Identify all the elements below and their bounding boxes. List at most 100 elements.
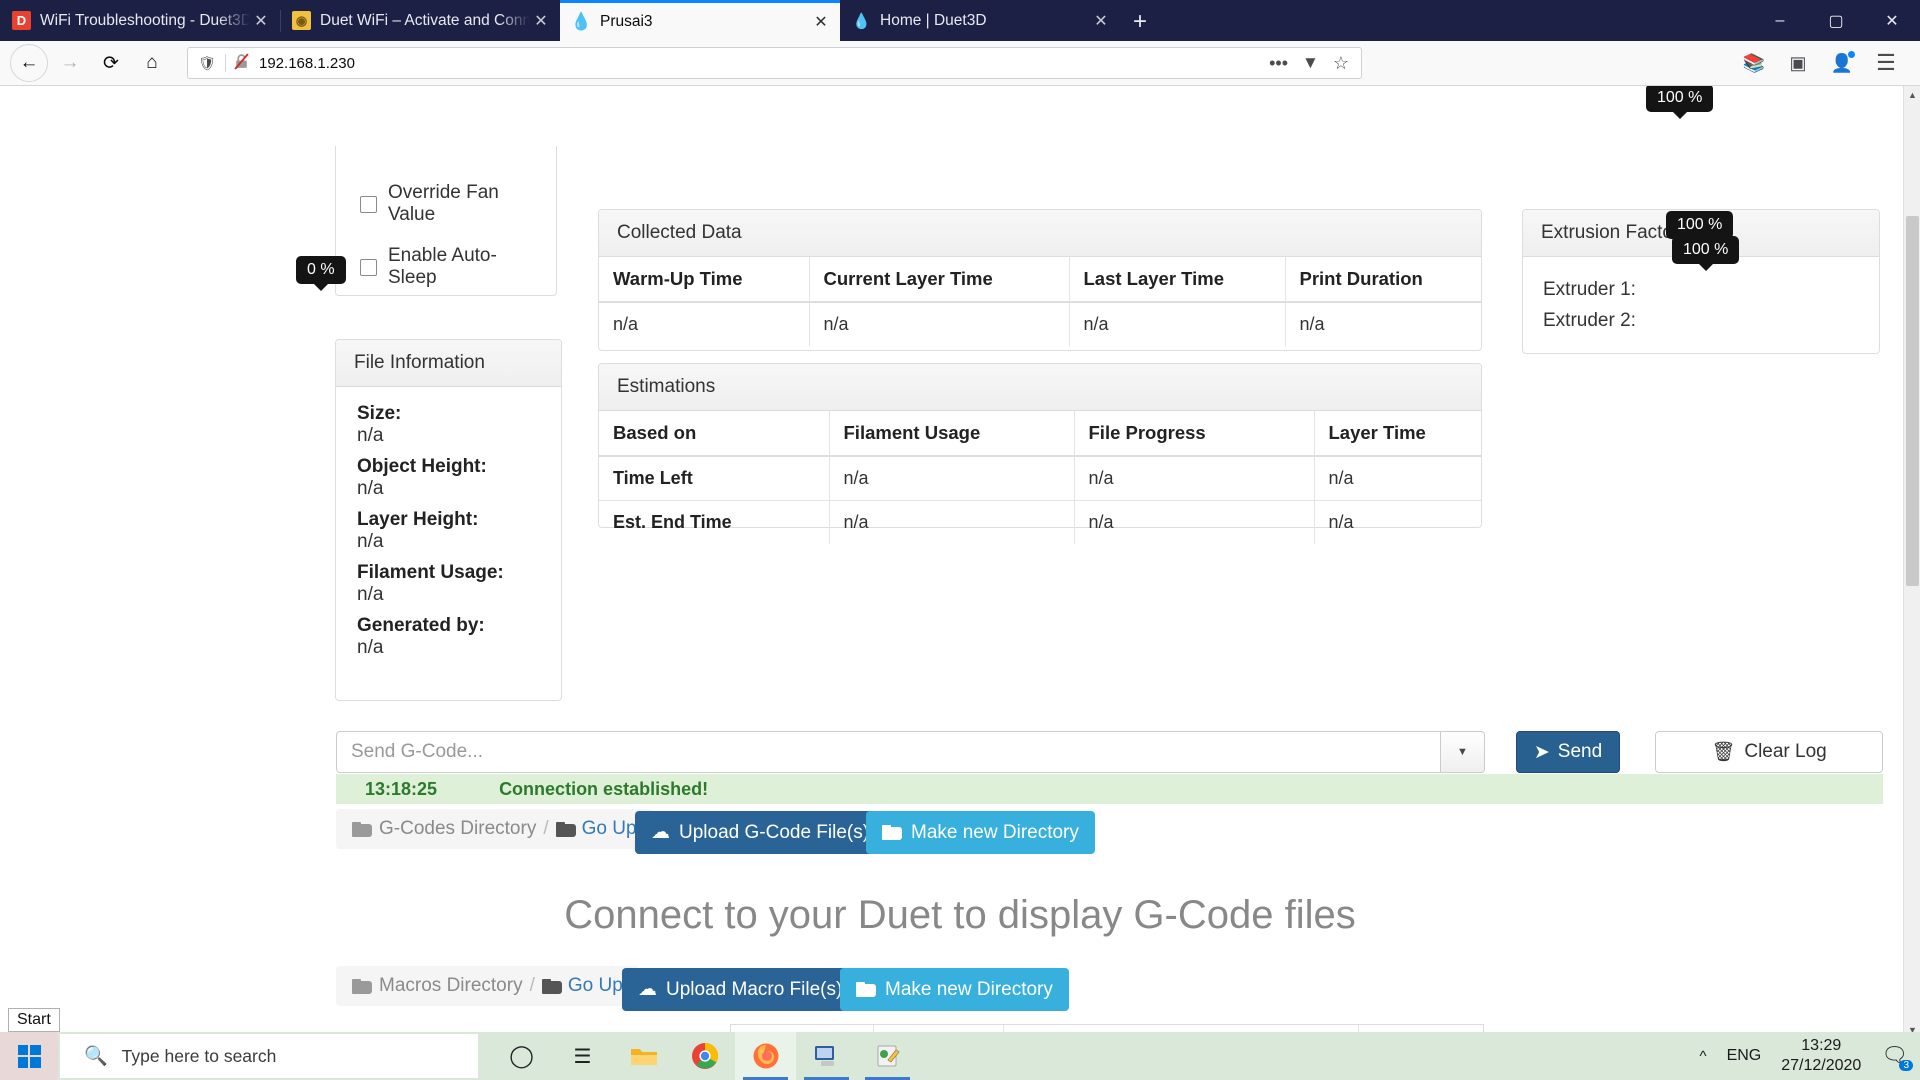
wordpress-icon: ◉	[292, 11, 311, 30]
notification-center-icon[interactable]: 🗨 3	[1881, 1044, 1913, 1071]
browser-toolbar-right: 📚 ▣ 👤 ☰	[1736, 45, 1910, 81]
paint-svg	[877, 1045, 900, 1067]
window-minimize-button[interactable]: –	[1752, 0, 1808, 41]
forward-icon[interactable]: →	[51, 44, 89, 82]
close-tab-icon[interactable]: ✕	[810, 11, 832, 33]
close-tab-icon[interactable]: ✕	[1090, 10, 1112, 32]
reload-icon[interactable]: ⟳	[92, 44, 130, 82]
taskbar-search-input[interactable]: 🔍 Type here to search	[60, 1034, 478, 1078]
sidebar-icon[interactable]: ▣	[1780, 45, 1816, 81]
folder-icon	[352, 821, 372, 837]
home-icon[interactable]: ⌂	[133, 44, 171, 82]
start-button[interactable]	[0, 1032, 58, 1080]
url-text: 192.168.1.230	[259, 54, 355, 72]
extruder-2-percent-tooltip: 100 %	[1672, 236, 1740, 271]
broken-lock-icon[interactable]	[233, 52, 250, 74]
make-new-directory-macros-button[interactable]: Make new Directory	[840, 968, 1069, 1011]
file-size-value: n/a	[357, 425, 384, 446]
cell-time-left-label: Time Left	[599, 455, 830, 501]
browser-tab-2[interactable]: 💧 Prusai3 ✕	[560, 0, 840, 41]
window-maximize-button[interactable]: ▢	[1808, 0, 1864, 41]
gcodes-go-up-button[interactable]: Go Up	[555, 818, 637, 840]
cortana-icon[interactable]: ◯	[491, 1032, 552, 1080]
object-height-label: Object Height:	[357, 456, 487, 477]
library-icon[interactable]: 📚	[1736, 45, 1772, 81]
upload-icon: ☁	[638, 979, 657, 1000]
browser-tab-0[interactable]: D WiFi Troubleshooting - Duet3D ✕	[0, 0, 280, 41]
back-icon[interactable]: ←	[10, 44, 48, 82]
paint-icon[interactable]	[857, 1032, 918, 1080]
generated-by-label: Generated by:	[357, 615, 485, 636]
duet-droplet-icon: 💧	[852, 12, 871, 30]
new-tab-button[interactable]: +	[1120, 3, 1160, 41]
bookmark-star-icon[interactable]: ☆	[1333, 53, 1349, 74]
page-scrollbar[interactable]: ▲ ▼	[1903, 86, 1920, 1038]
cell-end-time-layer: n/a	[1314, 500, 1481, 544]
make-new-directory-gcodes-label: Make new Directory	[911, 821, 1079, 843]
chrome-svg	[691, 1042, 718, 1069]
send-gcode-input[interactable]: Send G-Code...	[336, 731, 1441, 773]
enable-auto-sleep-checkbox-row[interactable]: Enable Auto-Sleep	[360, 245, 536, 289]
cell-print-duration: n/a	[1285, 301, 1481, 346]
extruder-2-label: Extruder 2:	[1543, 310, 1636, 332]
tray-language[interactable]: ENG	[1727, 1047, 1762, 1065]
tray-expand-chevron-icon[interactable]: ^	[1700, 1048, 1707, 1065]
upload-macro-files-button[interactable]: ☁ Upload Macro File(s)	[622, 968, 859, 1011]
firefox-icon[interactable]	[735, 1032, 796, 1080]
address-bar[interactable]: 🛡 192.168.1.230 ••• ▼ ☆	[187, 47, 1362, 79]
task-view-icon[interactable]: ☰	[552, 1032, 613, 1080]
upload-icon: ☁	[651, 822, 670, 843]
shield-icon[interactable]: 🛡	[196, 55, 218, 72]
browser-nav-bar: ← → ⟳ ⌂ 🛡 192.168.1.230 ••• ▼ ☆ 📚 ▣ 👤 ☰	[0, 41, 1920, 86]
gcodes-breadcrumb[interactable]: G-Codes Directory / Go Up	[336, 809, 653, 849]
table-header-row: Based on Filament Usage File Progress La…	[599, 411, 1481, 457]
top-percent-tooltip: 100 %	[1646, 86, 1714, 119]
window-close-button[interactable]: ✕	[1864, 0, 1920, 41]
make-new-directory-gcodes-button[interactable]: Make new Directory	[866, 811, 1095, 854]
upload-macro-label: Upload Macro File(s)	[666, 978, 843, 1000]
taskbar-clock[interactable]: 13:29 27/12/2020	[1781, 1036, 1861, 1075]
close-tab-icon[interactable]: ✕	[250, 10, 272, 32]
console-log-entry: 13:18:25 Connection established!	[336, 774, 1883, 804]
override-fan-value-checkbox-row[interactable]: Override Fan Value	[360, 182, 536, 226]
estimations-title: Estimations	[599, 364, 1481, 411]
remote-desktop-icon[interactable]	[796, 1032, 857, 1080]
file-explorer-icon[interactable]	[613, 1032, 674, 1080]
clear-log-button[interactable]: 🗑 Clear Log	[1655, 731, 1883, 773]
table-header-row: Warm-Up Time Current Layer Time Last Lay…	[599, 257, 1481, 303]
gcodes-breadcrumb-label: G-Codes Directory	[379, 818, 537, 839]
override-fan-value-label: Override Fan Value	[388, 182, 499, 225]
folder-icon	[882, 825, 902, 840]
macros-go-up-button[interactable]: Go Up	[541, 975, 623, 997]
cell-time-left-progress: n/a	[1074, 455, 1315, 501]
ellipsis-icon[interactable]: •••	[1269, 53, 1288, 74]
back-arrow-glyph: ←	[19, 52, 39, 73]
cell-last-layer-time: n/a	[1069, 301, 1286, 346]
col-current-layer-time: Current Layer Time	[809, 257, 1070, 303]
send-gcode-dropdown-button[interactable]: ▼	[1441, 731, 1485, 773]
scroll-thumb[interactable]	[1906, 216, 1919, 586]
start-tooltip: Start	[8, 1008, 60, 1032]
browser-tab-3[interactable]: 💧 Home | Duet3D ✕	[840, 0, 1120, 41]
col-last-layer-time: Last Layer Time	[1069, 257, 1286, 303]
browser-tab-title: Prusai3	[600, 13, 653, 30]
reload-glyph: ⟳	[103, 52, 119, 74]
make-new-directory-macros-label: Make new Directory	[885, 978, 1053, 1000]
chrome-icon[interactable]	[674, 1032, 735, 1080]
upload-gcode-files-button[interactable]: ☁ Upload G-Code File(s)	[635, 811, 886, 854]
hamburger-menu-icon[interactable]: ☰	[1868, 45, 1904, 81]
pocket-icon[interactable]: ▼	[1302, 53, 1319, 73]
col-print-duration: Print Duration	[1285, 257, 1481, 303]
send-button[interactable]: ➤ Send	[1516, 731, 1620, 773]
gcodes-go-up-label: Go Up	[581, 818, 637, 839]
browser-tab-1[interactable]: ◉ Duet WiFi – Activate and Conne ✕	[280, 0, 560, 41]
close-tab-icon[interactable]: ✕	[530, 10, 552, 32]
macros-breadcrumb[interactable]: Macros Directory / Go Up	[336, 966, 639, 1006]
enable-auto-sleep-checkbox[interactable]	[360, 258, 377, 276]
windows-taskbar: 🔍 Type here to search ◯ ☰ ^ ENG 13:29 27…	[0, 1032, 1920, 1080]
account-icon[interactable]: 👤	[1824, 45, 1860, 81]
generated-by-value: n/a	[357, 637, 384, 658]
scroll-up-arrow[interactable]: ▲	[1904, 86, 1920, 103]
override-fan-value-checkbox[interactable]	[360, 195, 377, 213]
folder-up-icon	[541, 978, 562, 994]
